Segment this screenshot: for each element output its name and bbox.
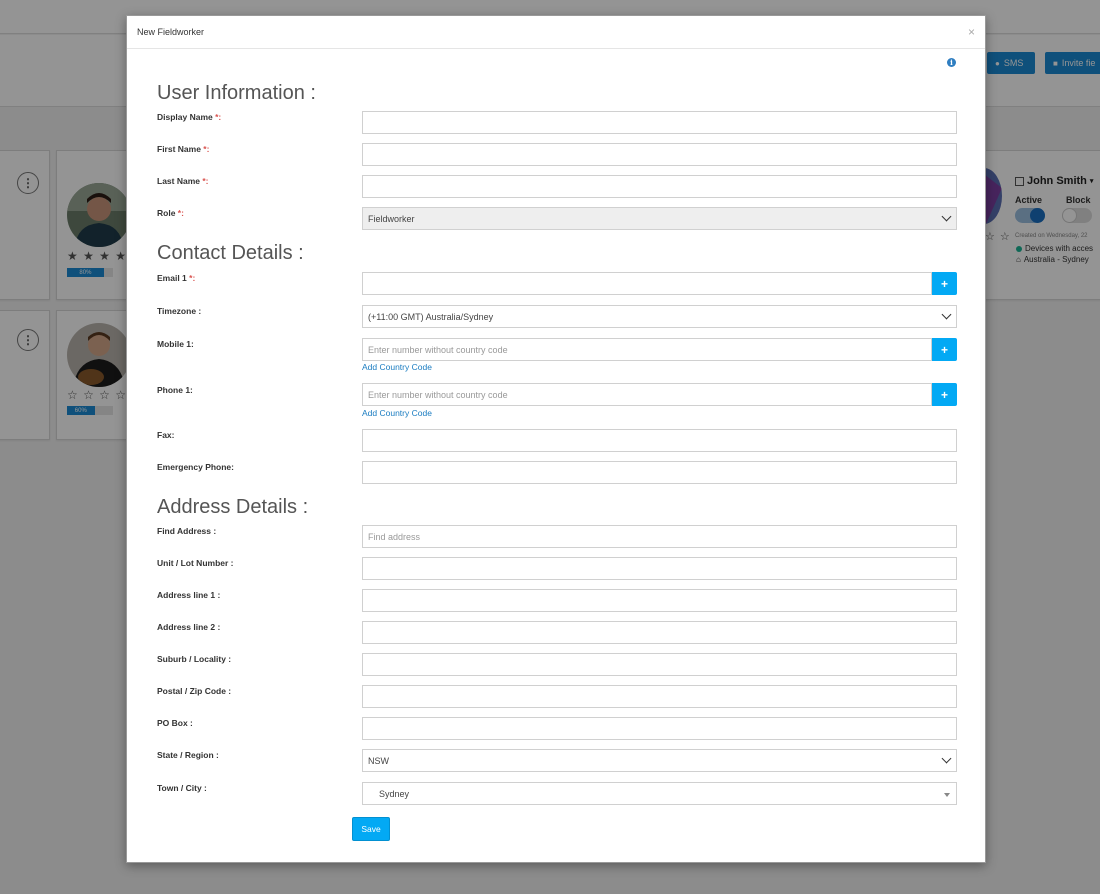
town-label: Town / City : (157, 783, 207, 793)
new-fieldworker-modal: New Fieldworker × i User Information : D… (126, 15, 986, 863)
unit-lot-input[interactable] (362, 557, 957, 580)
last-name-label: Last Name *: (157, 176, 209, 186)
phone-add-country-code-link[interactable]: Add Country Code (362, 408, 432, 418)
po-box-input[interactable] (362, 717, 957, 740)
po-box-label: PO Box : (157, 718, 193, 728)
section-title-user: User Information : (157, 82, 316, 104)
find-address-label: Find Address : (157, 526, 217, 536)
chevron-down-icon (941, 211, 952, 222)
state-label: State / Region : (157, 750, 219, 760)
timezone-select[interactable]: (+11:00 GMT) Australia/Sydney (362, 305, 957, 328)
timezone-label: Timezone : (157, 306, 202, 316)
postal-code-input[interactable] (362, 685, 957, 708)
mobile-add-country-code-link[interactable]: Add Country Code (362, 362, 432, 372)
display-name-label: Display Name *: (157, 112, 222, 122)
add-mobile-button[interactable]: + (932, 338, 957, 361)
last-name-input[interactable] (362, 175, 957, 198)
role-select[interactable]: Fieldworker (362, 207, 957, 230)
modal-header: New Fieldworker × (127, 16, 985, 49)
address-line1-input[interactable] (362, 589, 957, 612)
caret-down-icon (944, 793, 950, 797)
display-name-input[interactable] (362, 111, 957, 134)
phone-label: Phone 1: (157, 385, 193, 395)
unit-lot-label: Unit / Lot Number : (157, 558, 234, 568)
chevron-down-icon (941, 753, 952, 764)
email-input[interactable] (362, 272, 932, 295)
suburb-label: Suburb / Locality : (157, 654, 232, 664)
mobile-label: Mobile 1: (157, 339, 194, 349)
emergency-phone-label: Emergency Phone: (157, 462, 234, 472)
fax-label: Fax: (157, 430, 175, 440)
emergency-phone-input[interactable] (362, 461, 957, 484)
info-icon[interactable]: i (947, 58, 956, 67)
postal-code-label: Postal / Zip Code : (157, 686, 232, 696)
address-line2-input[interactable] (362, 621, 957, 644)
fax-input[interactable] (362, 429, 957, 452)
close-icon[interactable]: × (968, 26, 975, 38)
first-name-label: First Name *: (157, 144, 210, 154)
find-address-input[interactable]: Find address (362, 525, 957, 548)
mobile-input[interactable]: Enter number without country code (362, 338, 932, 361)
modal-title: New Fieldworker (137, 27, 205, 37)
address-line1-label: Address line 1 : (157, 590, 221, 600)
email-label: Email 1 *: (157, 273, 196, 283)
suburb-input[interactable] (362, 653, 957, 676)
state-select[interactable]: NSW (362, 749, 957, 772)
section-title-address: Address Details : (157, 496, 309, 518)
first-name-input[interactable] (362, 143, 957, 166)
phone-input[interactable]: Enter number without country code (362, 383, 932, 406)
town-select[interactable]: Sydney (362, 782, 957, 805)
save-button[interactable]: Save (352, 817, 390, 841)
address-line2-label: Address line 2 : (157, 622, 221, 632)
role-label: Role *: (157, 208, 184, 218)
add-email-button[interactable]: + (932, 272, 957, 295)
section-title-contact: Contact Details : (157, 242, 304, 264)
chevron-down-icon (941, 309, 952, 320)
add-phone-button[interactable]: + (932, 383, 957, 406)
